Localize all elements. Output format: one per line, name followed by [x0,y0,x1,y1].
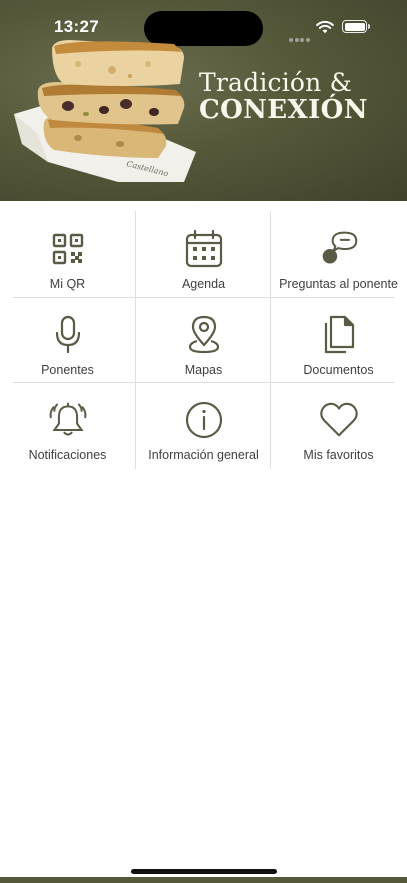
hero-title: Tradición & CONEXIÓN [199,70,368,123]
menu-item-label: Mapas [184,363,223,377]
battery-icon [342,20,370,33]
carousel-dots [140,194,154,201]
cellular-signal-icon [289,29,311,42]
menu-item-label: Preguntas al ponente [279,277,398,291]
menu-item-label: Mi QR [49,277,86,291]
calendar-icon [184,229,224,269]
documents-icon [319,315,359,355]
menu-item-informacion-general[interactable]: Información general [136,382,271,467]
home-indicator[interactable] [131,869,277,874]
menu-item-agenda[interactable]: Agenda [136,211,271,296]
menu-item-mis-favoritos[interactable]: Mis favoritos [271,382,406,467]
heart-icon [319,400,359,440]
info-icon [184,400,224,440]
menu-item-label: Agenda [181,277,226,291]
hero-banner: 13:27 Castellano Tradición & CONEXIÓN [0,0,407,201]
map-pin-icon [184,315,224,355]
menu-item-mi-qr[interactable]: Mi QR [0,211,135,296]
menu-item-label: Notificaciones [28,448,107,462]
wifi-icon [316,20,334,34]
menu-item-label: Información general [148,448,259,462]
menu-grid: Mi QR Agenda Preguntas al ponente Ponent… [0,211,407,469]
focaccia-image: Castellano [14,40,196,182]
microphone-icon [48,315,88,355]
menu-item-label: Documentos [303,363,374,377]
chat-bubble-icon [319,229,359,269]
hero-title-line1: Tradición & [199,68,353,97]
menu-item-preguntas-al-ponente[interactable]: Preguntas al ponente [271,211,406,296]
menu-item-notificaciones[interactable]: Notificaciones [0,382,135,467]
hero-title-line2: CONEXIÓN [199,95,368,125]
menu-item-documentos[interactable]: Documentos [271,297,406,382]
bottom-bar [0,877,407,883]
menu-item-label: Mis favoritos [303,448,374,462]
bell-icon [48,400,88,440]
menu-item-ponentes[interactable]: Ponentes [0,297,135,382]
menu-item-mapas[interactable]: Mapas [136,297,271,382]
menu-item-label: Ponentes [41,363,94,377]
qr-code-icon [48,229,88,269]
